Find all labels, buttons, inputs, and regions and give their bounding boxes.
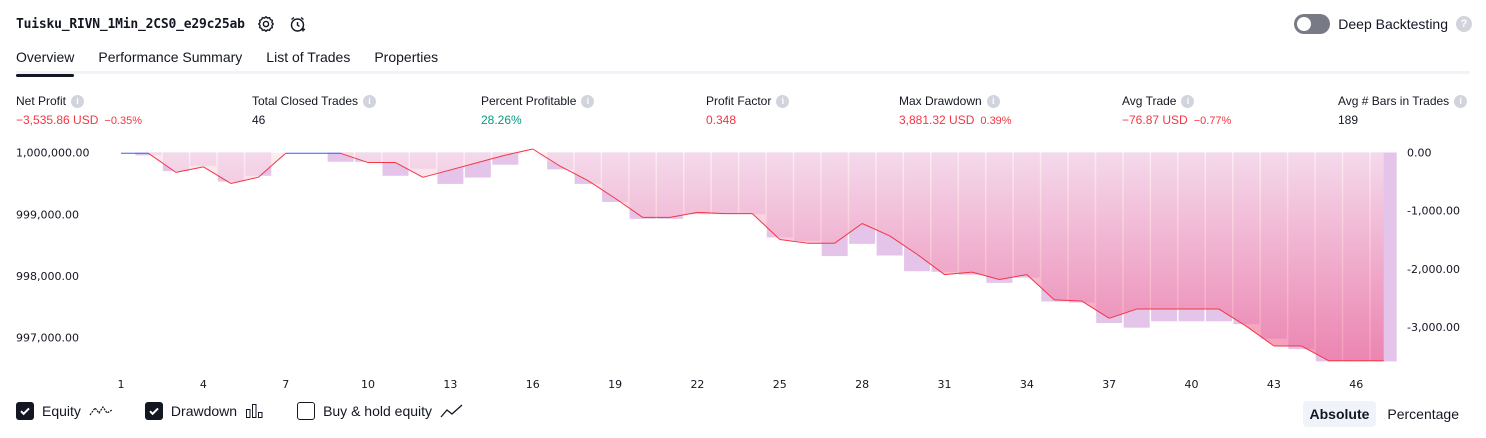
equity-area: [121, 152, 1384, 361]
right-axis-tick: -1,000.00: [1407, 205, 1460, 218]
metric-value: 28.26%: [481, 113, 522, 127]
metric-label: Avg # Bars in Trades: [1338, 94, 1450, 108]
buy-hold-checkbox[interactable]: [297, 402, 316, 420]
metric-label: Profit Factor: [706, 94, 772, 108]
metric-percent: −0.77%: [1193, 115, 1232, 127]
metric-label: Avg Trade: [1122, 94, 1177, 108]
chart-legend: Equity Drawdown Buy & hold equity: [16, 402, 496, 420]
metric-value: −76.87 USD: [1122, 113, 1188, 127]
bar-chart-icon: [246, 404, 263, 418]
metric-value: −3,535.86 USD: [16, 113, 99, 127]
settings-gear-icon[interactable]: [255, 13, 277, 35]
x-axis-tick: 46: [1349, 378, 1363, 391]
metric-value: 46: [252, 113, 266, 127]
absolute-button[interactable]: Absolute: [1302, 401, 1377, 427]
metric-percent: 0.39%: [980, 115, 1012, 127]
percentage-button[interactable]: Percentage: [1380, 401, 1466, 427]
info-icon[interactable]: i: [363, 94, 377, 108]
info-icon[interactable]: i: [581, 94, 595, 108]
metric-value: 0.348: [706, 113, 737, 127]
tab-properties[interactable]: Properties: [374, 46, 438, 74]
right-axis-tick: 0.00: [1407, 146, 1432, 159]
x-axis-tick: 37: [1102, 378, 1116, 391]
metric-label: Net Profit: [16, 94, 67, 108]
metric-percent: −0.35%: [104, 115, 143, 127]
x-axis-tick: 22: [690, 378, 704, 391]
right-axis-tick: -2,000.00: [1407, 263, 1460, 276]
legend-buy-hold-label: Buy & hold equity: [323, 403, 433, 419]
trade-number-axis: 1 4 7 10 13 16 19 22 25 28 31 34 37 40 43 46: [118, 378, 1364, 391]
legend-drawdown-label: Drawdown: [170, 403, 238, 419]
x-axis-tick: 7: [282, 378, 289, 391]
left-price-axis: 1,000,000.00 999,000.00 998,000.00 997,000.…: [16, 147, 89, 345]
equity-segment: [505, 148, 533, 156]
tab-performance-summary[interactable]: Performance Summary: [98, 46, 242, 74]
strategy-header: Tuisku_RIVN_1Min_2CS0_e29c25ab: [16, 12, 309, 36]
equity-drawdown-chart[interactable]: 1,000,000.00 999,000.00 998,000.00 997,000.…: [0, 140, 1486, 396]
drawdown-checkbox[interactable]: [144, 402, 163, 420]
value-mode-switch: Absolute Percentage: [1302, 401, 1467, 427]
legend-drawdown[interactable]: Drawdown: [144, 402, 265, 420]
x-axis-tick: 4: [200, 378, 207, 391]
metric-net-profit: Net Profit i −3,535.86 USD −0.35%: [16, 94, 142, 127]
info-icon[interactable]: i: [986, 94, 1000, 108]
right-axis-tick: -3,000.00: [1407, 321, 1460, 334]
x-axis-tick: 1: [118, 378, 125, 391]
left-axis-tick: 1,000,000.00: [16, 147, 89, 160]
tab-bar: Overview Performance Summary List of Tra…: [16, 46, 1470, 77]
x-axis-tick: 31: [938, 378, 952, 391]
right-drawdown-axis: 0.00 -1,000.00 -2,000.00 -3,000.00: [1407, 146, 1460, 334]
x-axis-tick: 25: [773, 378, 787, 391]
info-icon[interactable]: i: [1454, 94, 1468, 108]
x-axis-tick: 13: [443, 378, 457, 391]
legend-buy-hold[interactable]: Buy & hold equity: [297, 402, 464, 420]
metric-profit-factor: Profit Factor i 0.348: [706, 94, 790, 127]
x-axis-tick: 43: [1267, 378, 1281, 391]
trend-line-icon: [440, 404, 463, 418]
left-axis-tick: 999,000.00: [16, 208, 79, 221]
legend-equity[interactable]: Equity: [16, 402, 113, 420]
metric-value: 3,881.32 USD: [899, 113, 975, 127]
tab-overview[interactable]: Overview: [16, 46, 75, 77]
metric-max-drawdown: Max Drawdown i 3,881.32 USD 0.39%: [899, 94, 1012, 127]
equity-checkbox[interactable]: [16, 402, 34, 420]
deep-backtesting-label: Deep Backtesting: [1338, 16, 1448, 32]
metric-avg-trade: Avg Trade i −76.87 USD −0.77%: [1122, 94, 1231, 127]
x-axis-tick: 40: [1185, 378, 1199, 391]
metric-total-closed-trades: Total Closed Trades i 46: [252, 94, 377, 127]
info-icon[interactable]: i: [71, 94, 85, 108]
equity-line-icon: [89, 405, 113, 416]
x-axis-tick: 16: [526, 378, 540, 391]
help-icon[interactable]: ?: [1456, 16, 1472, 32]
tab-list-of-trades[interactable]: List of Trades: [266, 46, 350, 74]
deep-backtesting: Deep Backtesting ?: [1294, 14, 1472, 34]
deep-backtesting-toggle[interactable]: [1294, 14, 1331, 34]
metric-label: Percent Profitable: [481, 94, 577, 108]
left-axis-tick: 997,000.00: [16, 331, 79, 344]
x-axis-tick: 34: [1020, 378, 1034, 391]
metric-label: Total Closed Trades: [252, 94, 359, 108]
metric-percent-profitable: Percent Profitable i 28.26%: [481, 94, 595, 127]
add-alert-clock-icon[interactable]: [287, 13, 309, 35]
strategy-title: Tuisku_RIVN_1Min_2CS0_e29c25ab: [16, 16, 245, 32]
x-axis-tick: 10: [361, 378, 375, 391]
equity-loss-area: [121, 152, 1384, 361]
metric-label: Max Drawdown: [899, 94, 982, 108]
legend-equity-label: Equity: [42, 403, 81, 419]
x-axis-tick: 28: [855, 378, 869, 391]
info-icon[interactable]: i: [776, 94, 790, 108]
metric-avg-bars: Avg # Bars in Trades i 189: [1338, 94, 1468, 127]
x-axis-tick: 19: [608, 378, 622, 391]
left-axis-tick: 998,000.00: [16, 270, 79, 283]
metric-value: 189: [1338, 113, 1359, 127]
info-icon[interactable]: i: [1181, 94, 1195, 108]
